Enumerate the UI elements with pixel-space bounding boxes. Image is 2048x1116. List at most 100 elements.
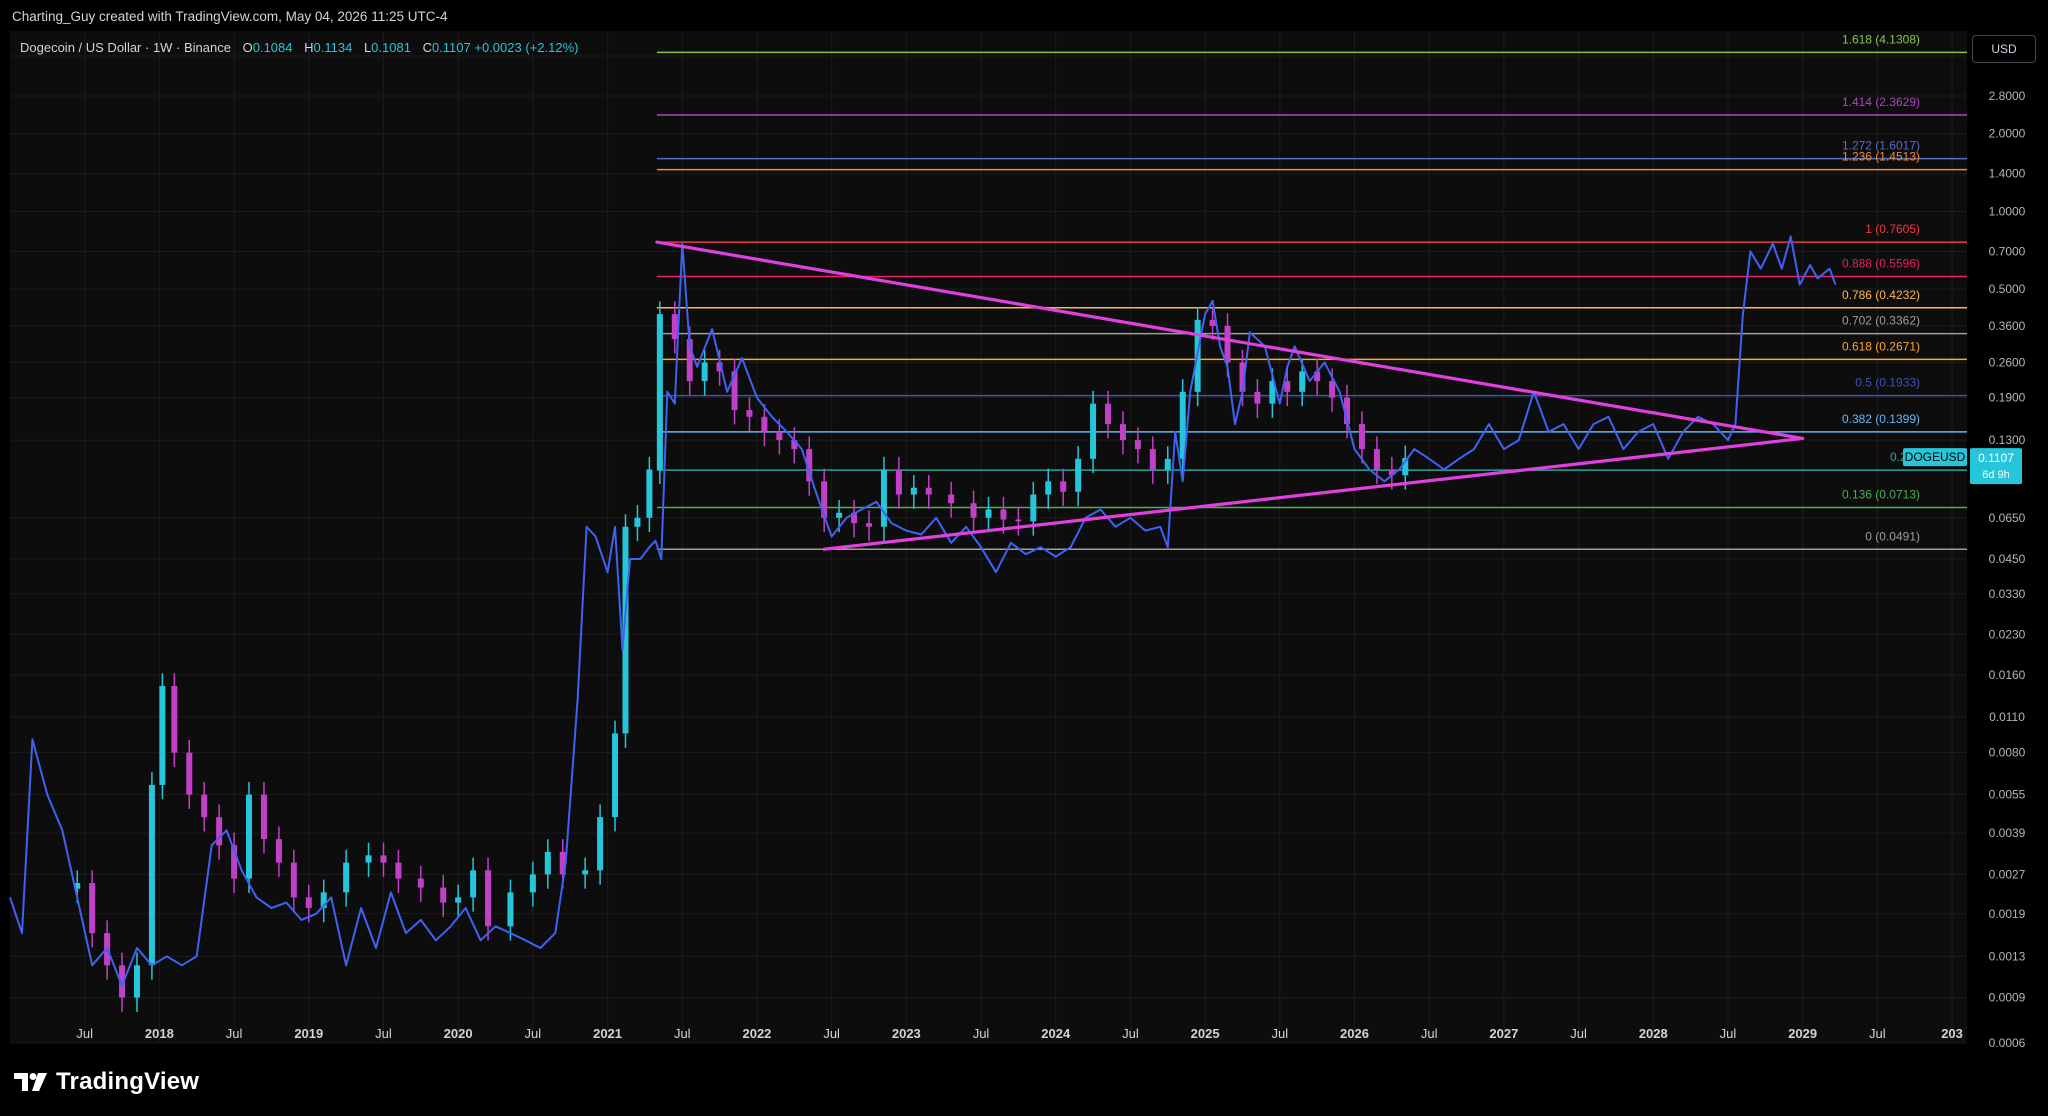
candle-body: [1090, 403, 1097, 459]
fib-level-label: 1.236 (1.4513): [1842, 150, 1920, 164]
x-tick-label: Jul: [1271, 1026, 1288, 1041]
fib-level-label: 0 (0.0491): [1865, 529, 1920, 543]
y-tick-label: 0.0027: [1989, 867, 2026, 881]
y-tick-label: 0.0039: [1989, 826, 2026, 840]
candle-body: [1030, 494, 1037, 522]
candle-body: [1149, 449, 1156, 470]
y-tick-label: 0.1300: [1989, 433, 2026, 447]
tradingview-logo[interactable]: TradingView: [14, 1068, 199, 1096]
candle-body: [634, 517, 641, 527]
y-tick-label: 0.0330: [1989, 587, 2026, 601]
candle-body: [1000, 509, 1007, 520]
candle-body: [612, 733, 619, 818]
x-tick-label: Jul: [973, 1026, 990, 1041]
candle-body: [1045, 481, 1052, 495]
candle-body: [260, 794, 267, 840]
y-tick-label: 0.0650: [1989, 511, 2026, 525]
high-label: H: [304, 40, 314, 55]
fib-level-label: 0.136 (0.0713): [1842, 487, 1920, 501]
candle-body: [186, 752, 193, 795]
y-tick-label: 0.0019: [1989, 907, 2026, 921]
y-tick-label: 2.0000: [1989, 127, 2026, 141]
y-tick-label: 0.3600: [1989, 319, 2026, 333]
candle-body: [701, 362, 708, 382]
open-label: O: [242, 40, 253, 55]
candles: [74, 301, 1409, 1012]
projection-line-group: [9, 235, 1837, 987]
candle-body: [746, 410, 753, 417]
x-tick-label: 2026: [1340, 1026, 1369, 1041]
y-tick-label: 0.0080: [1989, 746, 2026, 760]
x-tick-label: 2022: [742, 1026, 771, 1041]
candle-body: [925, 487, 932, 495]
triangle-trendline: [822, 436, 1805, 551]
projection-line: [9, 235, 1837, 987]
candle-body: [1119, 424, 1126, 441]
candle-body: [1075, 458, 1082, 492]
price-tag-value: 0.1107: [1978, 451, 2014, 465]
low-value: 0.1081: [371, 40, 411, 55]
candle-body: [836, 512, 843, 518]
candle-body: [275, 839, 282, 863]
x-tick-label: Jul: [1122, 1026, 1139, 1041]
candle-body: [507, 892, 514, 927]
footer: [0, 1048, 2048, 1116]
x-tick-label: Jul: [1720, 1026, 1737, 1041]
price-tag-countdown: 6d 9h: [1982, 469, 2010, 481]
y-tick-label: 2.8000: [1989, 89, 2026, 103]
candle-body: [970, 503, 977, 518]
candle-body: [1209, 319, 1216, 326]
candle-body: [133, 965, 140, 998]
y-tick-label: 1.4000: [1989, 167, 2026, 181]
grid: [10, 31, 1967, 1044]
x-tick-label: Jul: [375, 1026, 392, 1041]
candle-body: [544, 851, 551, 875]
x-tick-label: 2025: [1191, 1026, 1220, 1041]
candle-body: [1254, 391, 1261, 404]
x-tick-label: 2024: [1041, 1026, 1071, 1041]
x-tick-label: Jul: [226, 1026, 243, 1041]
x-tick-label: Jul: [76, 1026, 93, 1041]
candle-body: [1060, 481, 1067, 492]
candle-body: [365, 855, 372, 863]
fib-level-label: 0.888 (0.5596): [1842, 256, 1920, 270]
y-tick-label: 0.0230: [1989, 627, 2026, 641]
currency-selector[interactable]: USD: [1972, 35, 2036, 63]
candle-body: [880, 469, 887, 527]
close-label: C: [422, 40, 432, 55]
candle-body: [1299, 371, 1306, 392]
y-tick-label: 0.0009: [1989, 991, 2026, 1005]
candle-body: [201, 794, 208, 818]
fib-level-label: 0.5 (0.1933): [1855, 376, 1920, 390]
x-tick-label: 2019: [294, 1026, 323, 1041]
candle-body: [159, 685, 166, 785]
candle-body: [417, 878, 424, 888]
price-chart[interactable]: 1.618 (4.1308)1.414 (2.3629)1.272 (1.601…: [0, 0, 2048, 1116]
candle-body: [1105, 403, 1112, 425]
y-tick-label: 1.0000: [1989, 204, 2026, 218]
candle-body: [246, 794, 253, 879]
x-tick-label: Jul: [823, 1026, 840, 1041]
triangle-trendline: [655, 240, 1805, 440]
candle-body: [89, 883, 96, 934]
x-tick-label: Jul: [1570, 1026, 1587, 1041]
candle-body: [470, 870, 477, 898]
candle-body: [148, 784, 155, 966]
candle-body: [1284, 381, 1291, 392]
x-tick-label: Jul: [1869, 1026, 1886, 1041]
candle-body: [380, 855, 387, 863]
candle-body: [776, 431, 783, 441]
candle-body: [529, 874, 536, 893]
x-tick-label: 203: [1941, 1026, 1963, 1041]
candle-body: [485, 870, 492, 927]
symbol-label[interactable]: Dogecoin / US Dollar · 1W · Binance: [20, 40, 231, 55]
x-axis: Jul 2018 Jul 2019 Jul 2020 Jul 2021 Jul 2022 Jul 20…: [76, 1026, 1963, 1041]
candle-body: [865, 523, 872, 527]
candle-body: [1164, 458, 1171, 470]
candle-body: [985, 509, 992, 518]
candle-body: [597, 817, 604, 871]
y-tick-label: 0.0110: [1989, 710, 2025, 724]
candle-body: [1134, 440, 1141, 450]
y-tick-label: 0.1900: [1989, 391, 2026, 405]
candle-body: [290, 862, 297, 898]
